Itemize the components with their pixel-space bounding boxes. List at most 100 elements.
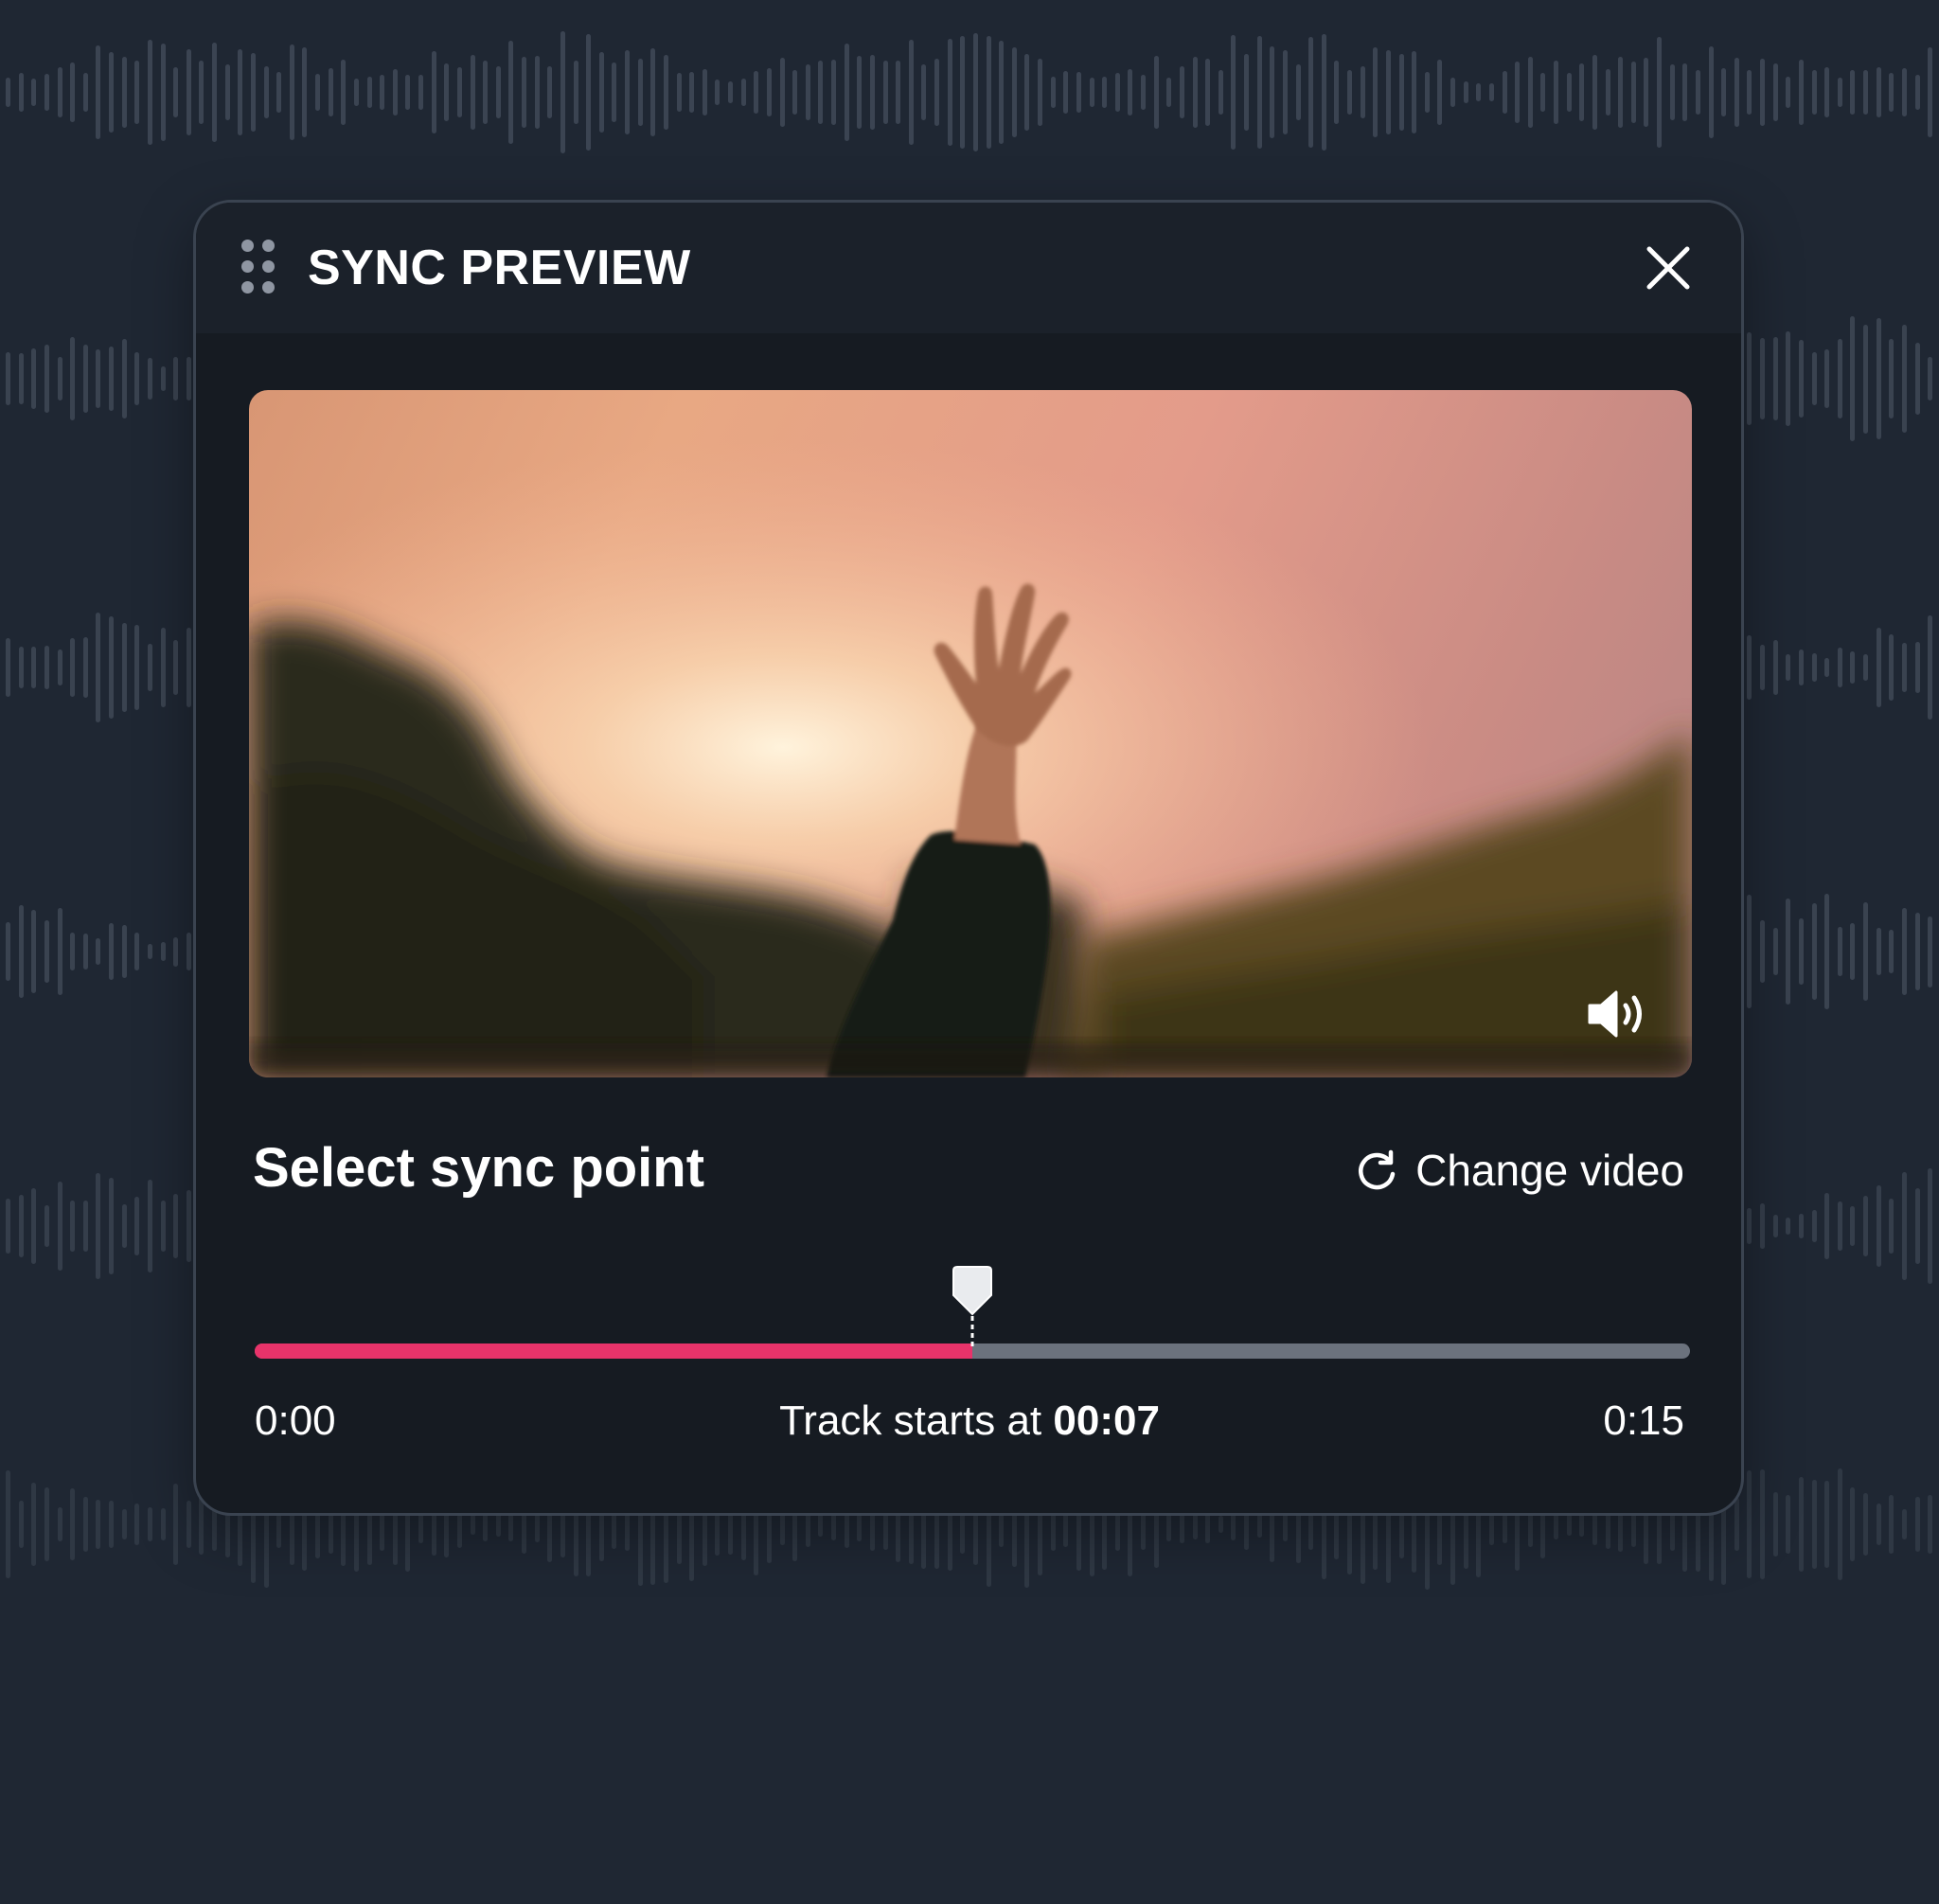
waveform-bar [289, 44, 294, 141]
waveform-bar [57, 356, 62, 401]
sync-point-handle[interactable] [952, 1263, 993, 1358]
sync-preview-dialog: SYNC PREVIEW Select sync point Change vi… [193, 200, 1744, 1516]
waveform-bar [1914, 1188, 1920, 1264]
waveform-bar [82, 1201, 88, 1252]
waveform-bar [6, 1199, 10, 1254]
waveform-bar [1837, 1201, 1842, 1251]
waveform-bar [1876, 318, 1881, 439]
waveform-bar [70, 638, 76, 697]
video-frame-image [249, 390, 1692, 1077]
waveform-bar [96, 1500, 101, 1549]
waveform-bar [1747, 634, 1752, 701]
waveform-bar [483, 61, 489, 124]
waveform-bar [18, 904, 24, 999]
waveform-bar [173, 1193, 179, 1259]
waveform-bar [792, 70, 798, 115]
waveform-bar [534, 56, 540, 129]
waveform-bar [57, 907, 62, 996]
waveform-bar [44, 345, 49, 413]
waveform-bar [1231, 34, 1236, 151]
waveform-bar [1863, 654, 1868, 681]
waveform-bar [972, 32, 978, 152]
waveform-bar [147, 358, 152, 400]
waveform-bar [44, 919, 49, 984]
drag-handle-icon[interactable] [241, 238, 276, 298]
waveform-bar [70, 1200, 76, 1253]
waveform-bar [109, 616, 114, 719]
waveform-bar [1786, 1494, 1791, 1555]
sync-point-title: Select sync point [253, 1137, 705, 1199]
waveform-bar [1747, 1207, 1752, 1245]
waveform-bar [1901, 908, 1907, 995]
waveform-bar [109, 1178, 114, 1274]
waveform-bar [134, 1196, 140, 1256]
waveform-bar [96, 1173, 101, 1279]
waveform-bar [779, 58, 785, 127]
waveform-bar [31, 647, 37, 688]
waveform-bar [405, 74, 411, 111]
waveform-bar [1786, 331, 1791, 426]
waveform-bar [882, 60, 888, 125]
waveform-bar [96, 937, 101, 966]
waveform-bar [1914, 641, 1920, 694]
waveform-bar [1786, 77, 1791, 108]
waveform-bar [82, 636, 88, 699]
waveform-bar [1798, 1476, 1804, 1573]
waveform-bar [57, 1507, 62, 1541]
waveform-bar [1798, 59, 1804, 126]
waveform-bar [1876, 1185, 1881, 1267]
waveform-bar [986, 36, 991, 149]
waveform-bar [1876, 928, 1881, 975]
waveform-bar [1786, 1218, 1791, 1235]
waveform-bar [1811, 653, 1817, 682]
waveform-bar [121, 1204, 127, 1248]
waveform-bar [380, 75, 385, 110]
waveform-bar [1360, 66, 1365, 118]
waveform-bar [1747, 332, 1752, 425]
volume-button[interactable] [1584, 985, 1650, 1043]
waveform-bar [44, 74, 49, 111]
waveform-bar [444, 62, 450, 122]
waveform-bar [1901, 68, 1907, 116]
waveform-bar [1515, 61, 1521, 124]
waveform-bar [1076, 72, 1081, 113]
waveform-bar [1527, 57, 1533, 128]
waveform-bar [1566, 1513, 1572, 1536]
waveform-bar [508, 41, 514, 144]
waveform-bar [1747, 69, 1752, 116]
waveform-bar [1772, 1214, 1778, 1238]
waveform-bar [109, 1500, 114, 1549]
waveform-bar [6, 77, 10, 108]
video-preview[interactable] [249, 390, 1692, 1077]
close-button[interactable] [1637, 237, 1699, 299]
waveform-bar [70, 336, 76, 421]
waveform-bar [1579, 63, 1585, 121]
waveform-bar [147, 1506, 152, 1542]
waveform-bar [1824, 349, 1830, 408]
waveform-bar [921, 64, 927, 120]
waveform-bar [1270, 45, 1275, 139]
waveform-bar [147, 40, 152, 145]
waveform-bar [1192, 56, 1198, 129]
waveform-bar [1914, 912, 1920, 991]
waveform-bar [1644, 58, 1649, 127]
waveform-bar [1734, 57, 1739, 128]
waveform-bar [57, 66, 62, 118]
waveform-bar [160, 44, 166, 141]
change-video-button[interactable]: Change video [1355, 1145, 1684, 1196]
waveform-bar [1398, 54, 1404, 131]
waveform-bar [1024, 53, 1030, 132]
waveform-bar [1205, 59, 1211, 126]
waveform-bar [908, 39, 914, 146]
waveform-bar [1928, 357, 1933, 400]
waveform-bar [1876, 1504, 1881, 1545]
waveform-bar [1824, 1192, 1830, 1260]
waveform-bar [186, 357, 191, 400]
waveform-bar [663, 55, 668, 130]
timeline-end-time: 0:15 [1603, 1397, 1684, 1444]
waveform-bar [96, 612, 101, 723]
waveform-bar [1579, 1512, 1585, 1537]
waveform-bar [1824, 66, 1830, 118]
waveform-bar [186, 1500, 191, 1549]
waveform-bar [186, 1190, 191, 1262]
